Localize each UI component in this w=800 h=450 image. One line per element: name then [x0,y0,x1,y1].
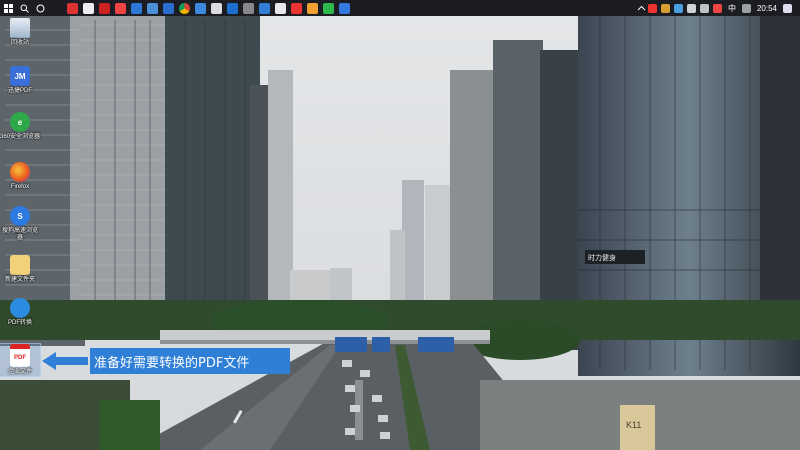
desktop-icon-label: 迅捷PDF [7,88,32,94]
desktop-icon-pdf-converter[interactable]: PDF转换 [0,298,40,327]
action-center-icon[interactable] [783,3,792,13]
tray-app-icon[interactable] [647,3,657,13]
app-icon[interactable] [274,2,286,14]
clock[interactable]: 20:54 [757,4,777,13]
desktop-icon-label: 新建文件夹 [4,277,35,283]
app-icon[interactable] [242,2,254,14]
system-tray: 中 20:54 [637,0,800,16]
sogou-icon: S [10,206,30,226]
k11-sign-text: K11 [626,420,641,430]
app-icon[interactable] [82,2,94,14]
app-icon[interactable] [290,2,302,14]
firefox-icon [10,162,30,182]
app-icon[interactable] [194,2,206,14]
tutorial-annotation: 准备好需要转换的PDF文件 [90,348,290,374]
app-icon[interactable] [114,2,126,14]
browser-icon: e [10,112,30,132]
tray-app-icon[interactable] [660,3,670,13]
jm-icon: JM [10,66,30,86]
recycle-bin-icon [10,18,30,38]
desktop-icon-label: 回收站 [10,40,29,46]
desktop-icon-pdf-file[interactable]: PDF 企业文件 [0,343,41,377]
desktop-icon-folder[interactable]: 新建文件夹 [0,255,40,284]
taskbar-separator [48,0,64,16]
desktop-icon-label: 360安全浏览器 [0,134,41,140]
app-icon[interactable] [338,2,350,14]
ime-indicator[interactable]: 中 [728,3,736,14]
app-icon[interactable] [306,2,318,14]
task-view-icon[interactable] [32,0,48,16]
desktop-icon-sogou[interactable]: S 搜狗高速浏览器 [0,206,40,242]
desktop-icon-label: Firefox [10,184,30,190]
chevron-up-icon[interactable] [637,4,646,13]
pdf-converter-icon [10,298,30,318]
app-icon[interactable] [130,2,142,14]
arrow-left-icon [42,352,88,370]
search-icon[interactable] [16,0,32,16]
desktop-icon-label: 搜狗高速浏览器 [1,228,38,241]
network-icon[interactable] [686,3,696,13]
desktop-icon-browser[interactable]: e 360安全浏览器 [0,112,40,141]
desktop-wallpaper: 时力健身 K11 [0,0,800,450]
app-icon[interactable] [258,2,270,14]
desktop-icon-label: PDF转换 [7,320,32,326]
tray-app-icon[interactable] [712,3,722,13]
taskbar-left [0,0,352,16]
netease-icon[interactable] [66,2,78,14]
app-icon[interactable] [210,2,222,14]
gym-sign-text: 时力健身 [588,253,616,262]
keyboard-icon[interactable] [741,3,751,13]
wechat-icon[interactable] [322,2,334,14]
app-icon[interactable] [162,2,174,14]
pdf-file-icon: PDF [10,344,30,367]
desktop-icon-firefox[interactable]: Firefox [0,162,40,191]
chrome-icon[interactable] [178,2,190,14]
start-icon[interactable] [0,0,16,16]
desktop-icon-label: 企业文件 [7,369,32,375]
app-icon[interactable] [146,2,158,14]
tray-app-icon[interactable] [673,3,683,13]
app-icon[interactable] [98,2,110,14]
desktop-icon-jm[interactable]: JM 迅捷PDF [0,66,40,95]
desktop-icon-recycle-bin[interactable]: 回收站 [0,18,40,47]
volume-icon[interactable] [699,3,709,13]
taskbar: 中 20:54 [0,0,800,16]
app-icon[interactable] [226,2,238,14]
folder-icon [10,255,30,275]
